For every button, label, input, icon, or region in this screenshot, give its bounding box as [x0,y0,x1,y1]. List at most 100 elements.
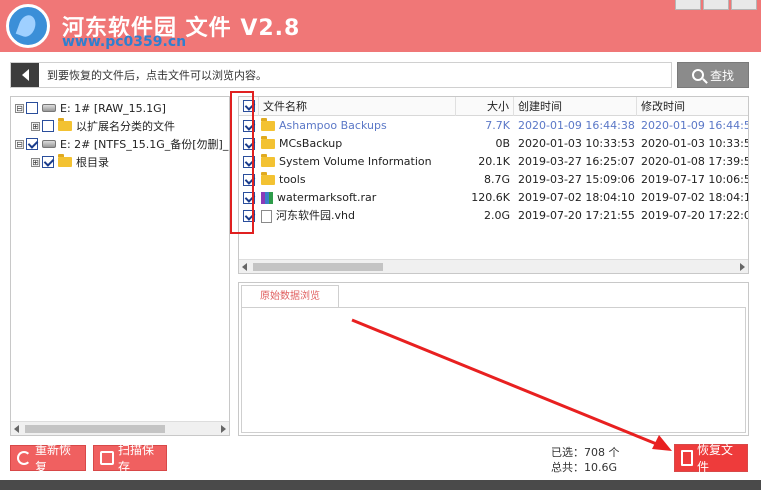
file-name-cell: Ashampoo Backups [261,117,453,135]
recover-files-button[interactable]: 恢复文件 [674,443,748,474]
scan-save-button[interactable]: 扫描保存 [93,443,167,474]
file-size: 8.7G [483,173,510,186]
tree-checkbox[interactable] [42,120,54,132]
scroll-right-icon[interactable] [740,263,745,271]
drive-icon [42,104,56,112]
file-row[interactable]: 河东软件园.vhd 2.0G 2019-07-20 17:21:55 2019-07-… [239,207,748,225]
folder-icon [261,154,275,167]
file-size: 7.7K [485,119,510,132]
tree-node-ext-folder[interactable]: ⊞ 以扩展名分类的文件 [31,117,175,135]
scroll-right-icon[interactable] [221,425,226,433]
file-name: Ashampoo Backups [279,119,387,132]
app-logo-icon [6,4,50,48]
file-name: System Volume Information [279,155,432,168]
folder-icon [261,172,275,185]
tree-node-label: E: 2# [NTFS_15.1G_备份[勿删]_201 [60,138,229,151]
search-button[interactable]: 查找 [677,62,749,88]
tree-node-label: 根目录 [76,156,109,169]
file-name: 河东软件园.vhd [276,209,355,222]
total-size-row: 总共：10.6G [551,460,620,475]
file-row[interactable]: tools 8.7G 2019-03-27 15:09:06 2019-07-17 1… [239,171,748,189]
scroll-left-icon[interactable] [14,425,19,433]
tree-node-drive-ntfs[interactable]: ⊟ E: 2# [NTFS_15.1G_备份[勿删]_201 [15,135,229,153]
collapse-icon[interactable]: ⊟ [15,103,24,113]
tree-checkbox[interactable] [26,102,38,114]
tree-checkbox[interactable] [42,156,54,168]
column-header-name[interactable]: 文件名称 [259,97,456,116]
folder-icon [261,136,275,149]
preview-content [241,307,746,433]
total-label: 总共： [551,461,584,474]
recover-again-label: 重新恢复 [35,443,72,474]
search-icon [691,69,704,81]
drive-icon [42,140,56,148]
vhd-icon [261,209,272,223]
expand-icon[interactable]: ⊞ [31,121,40,131]
file-row[interactable]: Ashampoo Backups 7.7K 2020-01-09 16:44:38 2… [239,117,748,135]
file-modified: 2019-07-17 10:06:55 [641,173,749,186]
file-name-cell: tools [261,171,453,189]
tree-checkbox[interactable] [26,138,38,150]
refresh-icon [17,451,31,465]
tree-node-root[interactable]: ⊞ 根目录 [31,153,109,171]
document-icon [681,450,693,466]
list-horizontal-scrollbar[interactable] [239,259,748,273]
highlight-box [230,91,254,234]
tree-node-label: E: 1# [RAW_15.1G] [60,101,166,115]
file-created: 2020-01-03 10:33:53 [518,137,635,150]
folder-icon [261,118,275,131]
file-modified: 2020-01-08 17:39:50 [641,155,749,168]
back-icon[interactable] [11,63,39,87]
file-name-cell: MCsBackup [261,135,453,153]
file-row[interactable]: MCsBackup 0B 2020-01-03 10:33:53 2020-01-03… [239,135,748,153]
file-created: 2019-07-20 17:21:55 [518,209,635,222]
collapse-icon[interactable]: ⊟ [15,139,24,149]
expand-icon[interactable]: ⊞ [31,157,40,167]
tree-horizontal-scrollbar[interactable] [11,421,229,435]
file-row[interactable]: System Volume Information 20.1K 2019-03-27… [239,153,748,171]
selected-label: 已选： [551,446,584,459]
scroll-left-icon[interactable] [242,263,247,271]
file-list[interactable]: 文件名称 大小 创建时间 修改时间 Ashampoo Backups 7.7K 20… [238,96,749,274]
file-size: 120.6K [471,191,510,204]
status-bar [0,480,761,490]
close-button[interactable] [731,0,757,10]
column-header-modified[interactable]: 修改时间 [637,97,748,116]
file-modified: 2020-01-09 16:44:58 [641,119,749,132]
rar-icon [261,192,273,204]
folder-icon [58,154,72,167]
tree-node-label: 以扩展名分类的文件 [76,120,175,133]
recover-again-button[interactable]: 重新恢复 [10,443,86,474]
folder-outline-icon [100,451,114,465]
drive-tree[interactable]: ⊟ E: 1# [RAW_15.1G] ⊞ 以扩展名分类的文件 ⊟ E: 2# … [10,96,230,436]
file-name: watermarksoft.rar [277,191,377,204]
minimize-button[interactable] [675,0,701,10]
title-bar: 河东软件园 文件 V2.8 www.pc0359.cn [0,0,761,52]
search-button-label: 查找 [709,68,734,83]
file-created: 2019-03-27 16:25:07 [518,155,635,168]
file-name: tools [279,173,306,186]
total-value: 10.6G [584,461,618,474]
file-list-header: 文件名称 大小 创建时间 修改时间 [239,97,748,116]
file-name: MCsBackup [279,137,343,150]
hint-text: 到要恢复的文件后，点击文件可以浏览内容。 [47,69,267,82]
file-created: 2019-07-02 18:04:10 [518,191,635,204]
file-name-cell: System Volume Information [261,153,453,171]
scroll-thumb[interactable] [25,425,165,433]
file-modified: 2019-07-20 17:22:03 [641,209,749,222]
scroll-thumb[interactable] [253,263,383,271]
file-name-cell: 河东软件园.vhd [261,207,453,225]
file-created: 2019-03-27 15:09:06 [518,173,635,186]
file-row[interactable]: watermarksoft.rar 120.6K 2019-07-02 18:04:… [239,189,748,207]
tree-node-drive-raw[interactable]: ⊟ E: 1# [RAW_15.1G] [15,99,166,117]
scan-save-label: 扫描保存 [118,443,155,474]
file-size: 0B [495,137,510,150]
selected-value: 708 个 [584,446,620,459]
tab-raw-data-preview[interactable]: 原始数据浏览 [241,285,339,307]
maximize-button[interactable] [703,0,729,10]
preview-panel: 原始数据浏览 [238,282,749,436]
column-header-created[interactable]: 创建时间 [514,97,637,116]
selection-stats: 已选：708 个 总共：10.6G [551,445,620,475]
recover-files-label: 恢复文件 [697,443,734,474]
column-header-size[interactable]: 大小 [456,97,514,116]
